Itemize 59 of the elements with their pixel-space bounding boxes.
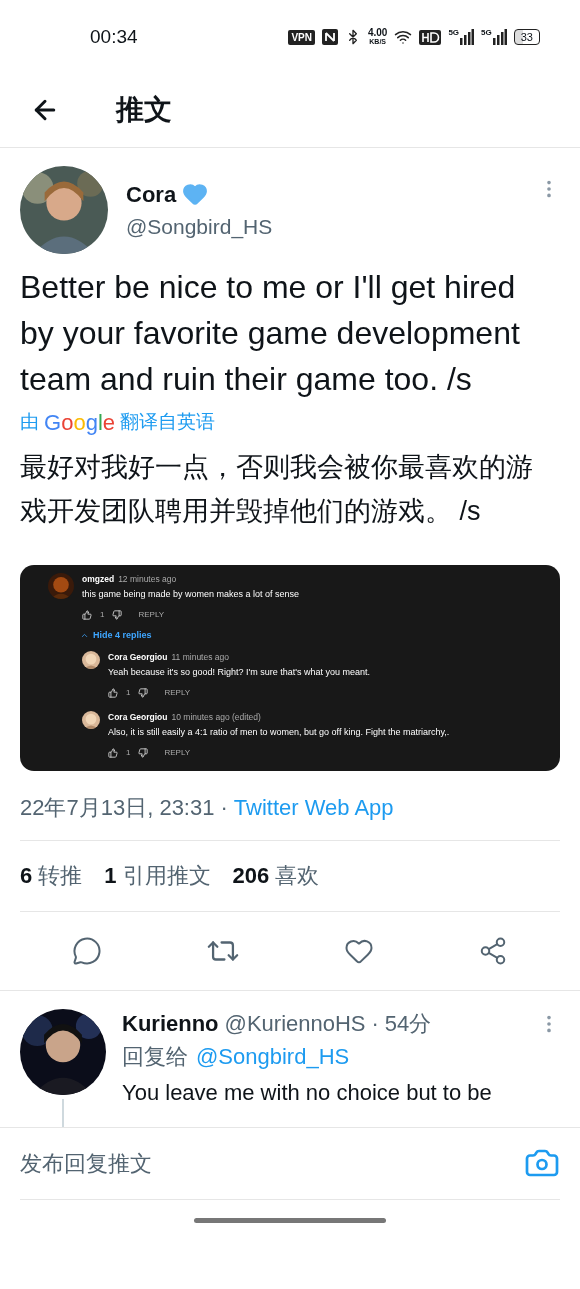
like-count: 1 — [126, 746, 131, 759]
tweet-text: Better be nice to me or I'll get hired by your favorite game development team and ruin their game too. /s — [20, 268, 521, 399]
translation-prefix: 由 — [20, 410, 39, 435]
reply-link[interactable]: REPLY — [164, 746, 191, 759]
signal-icon — [492, 29, 507, 45]
page-title: 推文 — [116, 92, 172, 127]
vpn-badge: VPN — [288, 29, 315, 45]
stat-count: 6 — [20, 862, 33, 890]
replies-toggle[interactable]: Hide 4 replies — [80, 629, 450, 643]
like-count: 1 — [126, 686, 131, 699]
hd-icon — [419, 29, 442, 45]
google-logo: Google — [44, 409, 115, 437]
comment-author: Cora Georgiou — [108, 650, 168, 663]
comment-text: Also, it is still easily a 4:1 ratio of men to women, but go off king. Fight the matriarchy,. — [108, 725, 450, 739]
reply-author-handle: @KuriennoHS — [224, 1009, 366, 1038]
reply-time: 54分 — [384, 1009, 432, 1038]
tweet-date: 22年7月13日, 23:31 — [20, 793, 215, 822]
thumbs-up-icon[interactable] — [108, 747, 118, 758]
signal-icon — [460, 29, 475, 45]
comment-author: omgzed — [82, 573, 115, 585]
stat-count: 1 — [104, 862, 117, 890]
thumbs-up-icon[interactable] — [82, 610, 92, 620]
reply-author-name: Kurienno — [122, 1009, 219, 1038]
network-label: 5G — [481, 29, 492, 37]
stat-label[interactable]: 转推 — [38, 859, 83, 892]
stat-count: 206 — [232, 862, 270, 890]
comment-text: this game being made by women makes a lot of sense — [82, 588, 301, 601]
author-name: Cora — [126, 180, 177, 209]
speed-value: 4.00 — [367, 28, 388, 37]
reply-text: You leave me with no choice but to be — [122, 1078, 493, 1107]
home-indicator[interactable] — [194, 1217, 386, 1223]
nfc-icon — [321, 29, 338, 45]
status-time: 00:34 — [90, 24, 138, 49]
thumbs-up-icon[interactable] — [108, 687, 118, 698]
share-icon[interactable] — [478, 935, 508, 966]
thumbs-down-icon[interactable] — [138, 747, 149, 758]
like-count: 1 — [100, 609, 105, 621]
comment-time: 10 minutes ago (edited) — [171, 710, 261, 723]
comment-time: 11 minutes ago — [171, 650, 229, 663]
battery-indicator: 33 — [513, 29, 540, 45]
reply-link[interactable]: REPLY — [164, 686, 191, 699]
author-handle: @Songbird_HS — [126, 213, 274, 241]
stat-label[interactable]: 引用推文 — [122, 859, 211, 892]
separator: · — [220, 793, 228, 822]
comment-author: Cora Georgiou — [108, 710, 168, 723]
stat-label[interactable]: 喜欢 — [275, 859, 320, 892]
reply-link[interactable]: REPLY — [138, 609, 165, 621]
thumbs-down-icon[interactable] — [138, 687, 149, 698]
reply-icon[interactable] — [72, 935, 102, 966]
separator: · — [371, 1009, 379, 1038]
wifi-icon — [394, 28, 413, 46]
reply-to-label: 回复给 — [122, 1042, 188, 1071]
comment-time: 12 minutes ago — [118, 573, 177, 585]
thumbs-down-icon[interactable] — [112, 610, 123, 620]
comment-text: Yeah because it's so good! Right? I'm sure that's what you meant. — [108, 665, 370, 679]
translation-source: 翻译自英语 — [120, 410, 215, 435]
network-label: 5G — [448, 29, 460, 37]
translated-text: 最好对我好一点，否则我会被你最喜欢的游戏开发团队聘用并毁掉他们的游戏。 /s — [20, 451, 534, 528]
reply-input[interactable]: 发布回复推文 — [20, 1146, 524, 1180]
